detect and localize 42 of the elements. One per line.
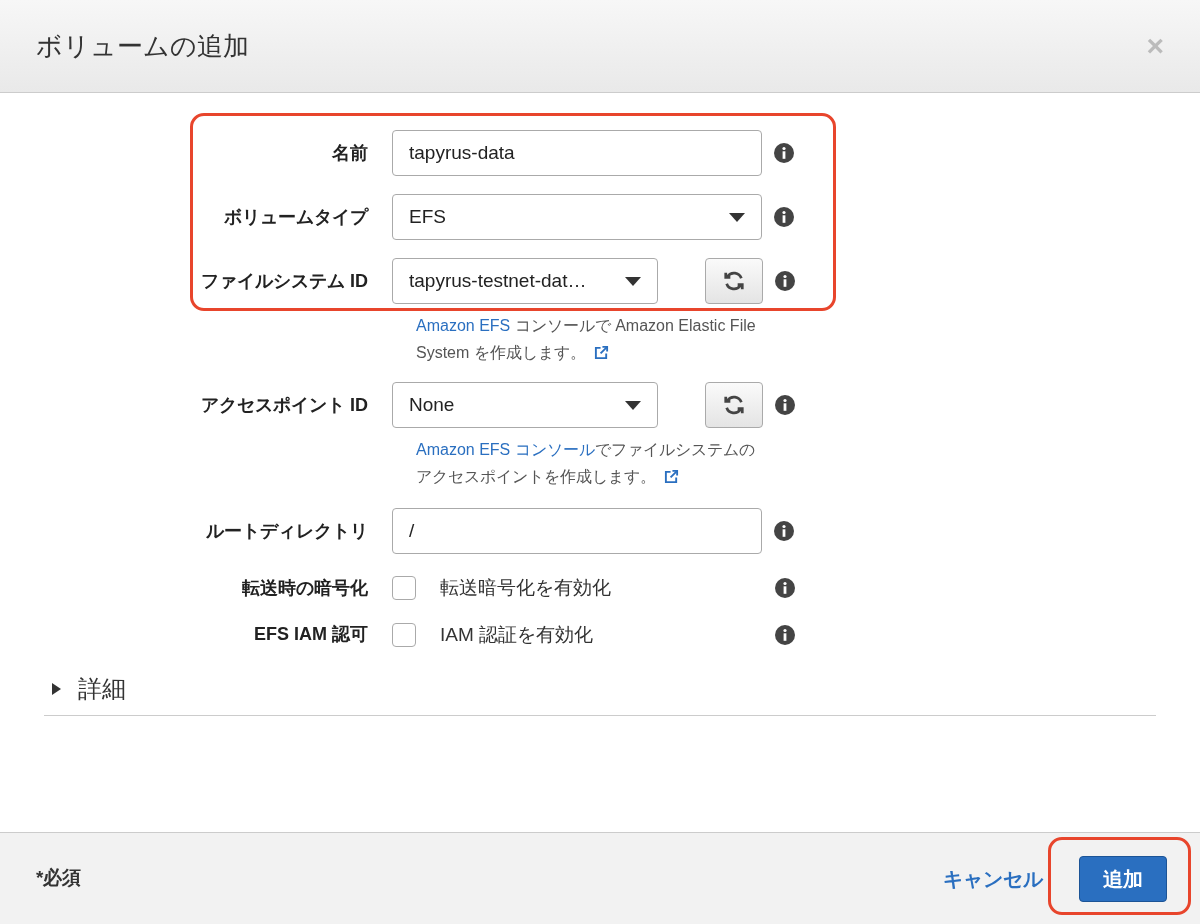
field-label: ファイルシステム ID bbox=[200, 269, 369, 293]
dialog-title: ボリュームの追加 bbox=[36, 29, 249, 63]
external-link-icon[interactable] bbox=[593, 345, 609, 360]
info-icon[interactable] bbox=[774, 143, 794, 163]
cancel-link[interactable]: キャンセル bbox=[943, 863, 1043, 894]
caret-icon bbox=[625, 400, 641, 410]
refresh-button[interactable] bbox=[705, 382, 763, 428]
select-dropdown[interactable]: tapyrus-testnet-dat… bbox=[392, 258, 658, 304]
info-icon[interactable] bbox=[774, 207, 794, 227]
info-icon[interactable] bbox=[774, 521, 794, 541]
checkbox-label: 転送暗号化を有効化 bbox=[440, 576, 611, 600]
field-label: 名前 bbox=[331, 141, 369, 165]
field-label: アクセスポイント ID bbox=[200, 393, 369, 417]
field-label: ルートディレクトリ bbox=[205, 519, 369, 543]
refresh-icon bbox=[723, 270, 745, 292]
details-toggle[interactable]: 詳細 bbox=[52, 671, 126, 707]
add-button[interactable]: 追加 bbox=[1079, 855, 1167, 902]
caret-icon bbox=[52, 683, 62, 695]
console-link[interactable]: Amazon EFS コンソール bbox=[416, 441, 595, 458]
select-dropdown[interactable]: EFS bbox=[392, 194, 762, 240]
field-label: ボリュームタイプ bbox=[223, 205, 370, 229]
info-icon[interactable] bbox=[775, 624, 795, 645]
checkbox-label: IAM 認証を有効化 bbox=[440, 622, 594, 647]
checkbox[interactable] bbox=[392, 622, 416, 647]
checkbox[interactable] bbox=[392, 576, 416, 601]
help-text: Amazon EFS コンソールで Amazon Elastic File System を作成します。 bbox=[416, 316, 757, 363]
caret-icon bbox=[625, 276, 641, 286]
info-icon[interactable] bbox=[775, 578, 795, 599]
help-text: Amazon EFS コンソールでファイルシステムのアクセスポイントを作成します。 bbox=[416, 440, 756, 487]
select-dropdown[interactable]: None bbox=[392, 382, 658, 428]
refresh-icon bbox=[723, 394, 745, 416]
field-label: EFS IAM 認可 bbox=[253, 623, 369, 647]
required-note: *必須 bbox=[36, 866, 82, 891]
text-input[interactable]: / bbox=[392, 508, 762, 554]
console-link[interactable]: Amazon EFS bbox=[416, 317, 511, 334]
caret-icon bbox=[729, 212, 745, 222]
external-link-icon[interactable] bbox=[664, 469, 679, 484]
field-label: 転送時の暗号化 bbox=[241, 576, 369, 600]
refresh-button[interactable] bbox=[705, 258, 763, 304]
info-icon[interactable] bbox=[775, 395, 795, 415]
text-input[interactable]: tapyrus-data bbox=[392, 130, 762, 176]
info-icon[interactable] bbox=[775, 271, 795, 291]
